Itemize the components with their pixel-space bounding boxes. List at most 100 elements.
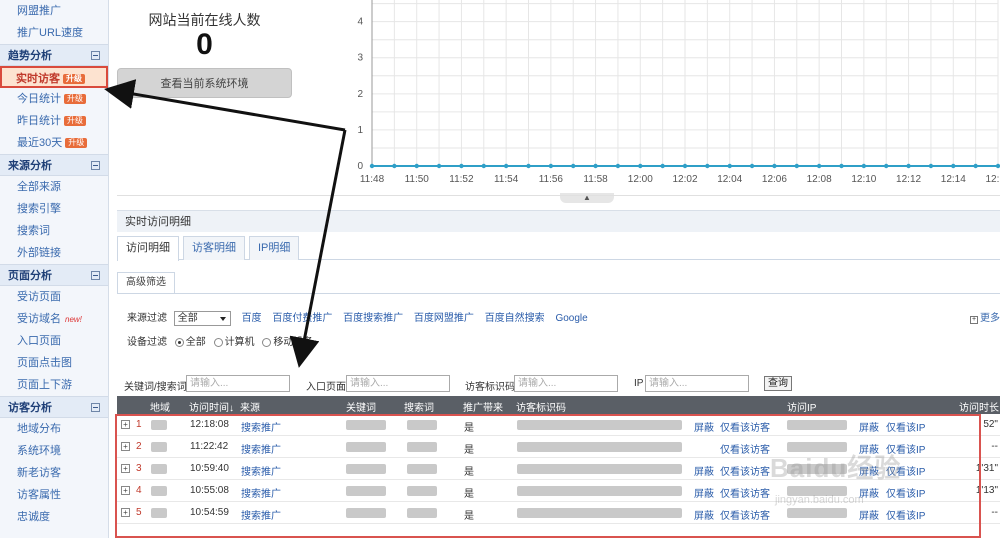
col-source[interactable]: 来源 [240, 399, 260, 414]
sort-down-icon: ↓ [229, 403, 234, 414]
sidebar-section-header[interactable]: 趋势分析 [0, 44, 108, 66]
source-link-baidu-natural[interactable]: 百度自然搜索 [485, 313, 545, 324]
more-filters-link[interactable]: + 更多 [970, 309, 1000, 324]
data-point [816, 163, 822, 169]
detail-tabs: 访问明细 访客明细 IP明细 [117, 236, 1000, 261]
y-tick-label: 3 [357, 53, 363, 64]
x-tick-label: 11:54 [494, 174, 519, 185]
sidebar-item-label: 系统环境 [17, 445, 61, 457]
sidebar-item-label: 受访页面 [17, 291, 61, 303]
col-visit-time[interactable]: 访问时间↓ [189, 399, 234, 414]
col-duration[interactable]: 访问时长 [959, 399, 999, 414]
sidebar-item[interactable]: 地域分布 [0, 418, 108, 440]
sidebar-item[interactable]: 搜索引擎 [0, 198, 108, 220]
section-title: 趋势分析 [8, 50, 52, 62]
sidebar-item-label: 受访域名 [17, 313, 61, 325]
collapse-icon[interactable] [91, 271, 100, 280]
query-button[interactable]: 查询 [764, 376, 792, 391]
source-filter-select[interactable]: 全部 [173, 310, 231, 326]
data-point [995, 163, 1000, 169]
sidebar-item-label: 地域分布 [17, 423, 61, 435]
col-visitor-id[interactable]: 访客标识码 [516, 399, 566, 414]
data-point [436, 163, 442, 169]
tab-advanced-filter[interactable]: 高级筛选 [117, 272, 175, 294]
section-title: 页面分析 [8, 270, 52, 282]
sidebar-item[interactable]: 受访页面 [0, 286, 108, 308]
device-radio-all[interactable] [174, 337, 184, 347]
sidebar-item[interactable]: 网盟推广 [0, 0, 108, 22]
panel-title: 实时访问明细 [117, 210, 1000, 232]
sidebar-item[interactable]: 最近30天 升级 [0, 132, 108, 154]
entry-page-input[interactable]: 请输入... [346, 375, 450, 392]
sidebar-item[interactable]: 昨日统计 升级 [0, 110, 108, 132]
sidebar-item[interactable]: 推广URL速度 [0, 22, 108, 44]
data-point [526, 163, 531, 169]
device-radio-computer[interactable] [213, 337, 223, 347]
sidebar-item-label: 今日统计 [17, 93, 61, 105]
sidebar-item-label: 搜索引擎 [17, 203, 61, 215]
source-link-baidu[interactable]: 百度 [242, 313, 262, 324]
x-tick-label: 11:56 [539, 174, 564, 185]
sidebar-item[interactable]: 页面点击图 [0, 352, 108, 374]
data-point [660, 163, 665, 169]
sidebar-item[interactable]: 访客属性 [0, 484, 108, 506]
data-point [615, 163, 621, 169]
sidebar-section-header[interactable]: 页面分析 [0, 264, 108, 286]
sidebar-item[interactable]: 今日统计 升级 [0, 88, 108, 110]
online-title: 网站当前在线人数 [148, 12, 261, 28]
ip-input[interactable]: 请输入... [645, 375, 749, 392]
sidebar-item-label: 访客属性 [17, 489, 61, 501]
data-point [749, 163, 755, 169]
tab-ip-details[interactable]: IP明细 [249, 236, 300, 260]
view-environment-button[interactable]: 查看当前系统环境 [117, 68, 292, 98]
col-region[interactable]: 地域 [150, 399, 170, 414]
source-link-google[interactable]: Google [555, 313, 587, 324]
collapse-icon[interactable] [91, 51, 100, 60]
x-tick-label: 12:12 [896, 174, 921, 185]
data-point [503, 163, 509, 169]
sidebar-item[interactable]: 系统环境 [0, 440, 108, 462]
section-title: 来源分析 [8, 160, 52, 172]
upgrade-badge: 升级 [63, 74, 85, 85]
ip-label: IP [634, 378, 644, 389]
sidebar-item-label: 全部来源 [17, 181, 61, 193]
sidebar-section-header[interactable]: 来源分析 [0, 154, 108, 176]
sidebar-item[interactable]: 入口页面 [0, 330, 108, 352]
sidebar-item[interactable]: 受访域名 new! [0, 308, 108, 330]
upgrade-badge: 升级 [64, 94, 86, 105]
sidebar-item[interactable]: 实时访客 升级 [0, 66, 108, 88]
sidebar-item-label: 昨日统计 [17, 115, 61, 127]
y-tick-label: 0 [357, 161, 363, 172]
sidebar-item[interactable]: 新老访客 [0, 462, 108, 484]
col-visit-ip[interactable]: 访问IP [787, 399, 816, 414]
col-keyword[interactable]: 关键词 [346, 399, 376, 414]
entry-page-label: 入口页面 [306, 382, 346, 393]
source-link-baidu-union-promo[interactable]: 百度网盟推广 [414, 313, 474, 324]
keyword-input[interactable]: 请输入... [186, 375, 290, 392]
sidebar-item[interactable]: 外部链接 [0, 242, 108, 264]
source-link-baidu-search-promo[interactable]: 百度搜索推广 [343, 313, 403, 324]
col-search-term[interactable]: 搜索词 [404, 399, 434, 414]
online-count: 0 [196, 28, 213, 61]
source-link-baidu-paid[interactable]: 百度付费推广 [272, 313, 332, 324]
x-tick-label: 12:00 [628, 174, 653, 185]
data-point [548, 163, 554, 169]
sidebar-item-label: 搜索词 [17, 225, 50, 237]
tab-visitor-details[interactable]: 访客明细 [183, 236, 245, 260]
sidebar-item[interactable]: 忠诚度 [0, 506, 108, 528]
sidebar-item[interactable]: 搜索词 [0, 220, 108, 242]
device-radio-mobile[interactable] [262, 337, 272, 347]
sidebar-item[interactable]: 页面上下游 [0, 374, 108, 396]
x-tick-label: 12:02 [672, 174, 697, 185]
sidebar-section-header[interactable]: 访客分析 [0, 396, 108, 418]
x-tick-label: 11:58 [583, 174, 608, 185]
sidebar-item[interactable]: 全部来源 [0, 176, 108, 198]
visitor-id-input[interactable]: 请输入... [514, 375, 618, 392]
sidebar-item-label: 实时访客 [16, 73, 60, 85]
collapse-icon[interactable] [91, 161, 100, 170]
col-promo[interactable]: 推广带来 [463, 399, 503, 414]
collapse-icon[interactable] [91, 403, 100, 412]
tab-visit-details[interactable]: 访问明细 [117, 236, 179, 261]
data-point [705, 163, 710, 169]
sidebar-item-label: 页面上下游 [17, 379, 72, 391]
